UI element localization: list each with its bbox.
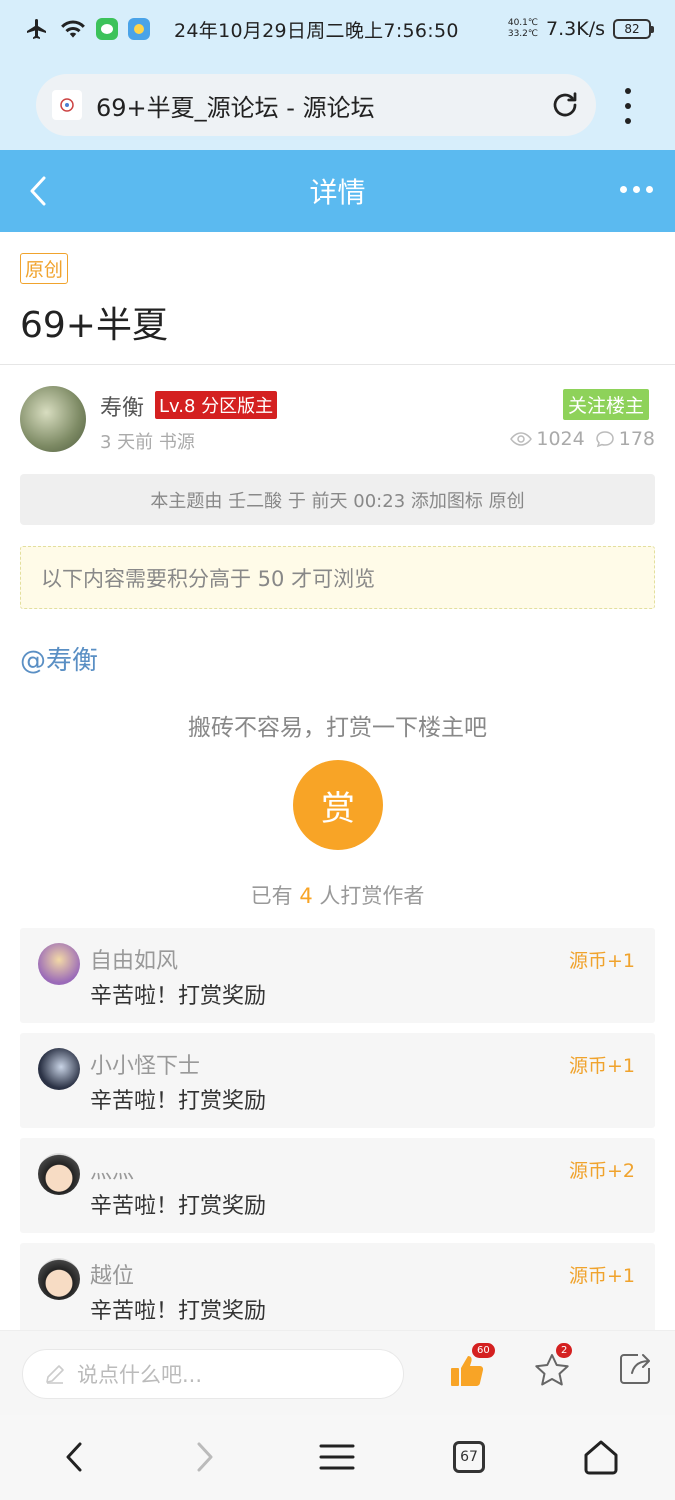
reward-message: 辛苦啦！打赏奖励: [90, 984, 267, 1009]
rewarder-name[interactable]: 灬灬: [90, 1153, 134, 1185]
comments-stat: 178: [595, 428, 655, 450]
rewarder-avatar[interactable]: [38, 943, 80, 985]
reward-coin: 源币+1: [568, 1055, 635, 1077]
site-favicon-icon: [52, 90, 82, 120]
reward-count-number: 4: [299, 884, 313, 908]
back-icon[interactable]: [26, 174, 50, 208]
airplane-icon: [27, 19, 46, 39]
comment-icon: [595, 431, 614, 448]
rewarder-name[interactable]: 越位: [90, 1258, 134, 1290]
rewarder-avatar[interactable]: [38, 1258, 80, 1300]
reward-message: 辛苦啦！打赏奖励: [90, 1194, 267, 1219]
reward-list-item: 越位 辛苦啦！打赏奖励 源币+1: [20, 1243, 655, 1338]
comment-placeholder: 说点什么吧...: [77, 1363, 203, 1387]
temperature-readout: 40.1℃ 33.2℃: [508, 18, 538, 40]
comment-input[interactable]: 说点什么吧...: [22, 1349, 404, 1399]
views-stat: 1024: [510, 428, 585, 450]
pencil-icon: [46, 1365, 64, 1384]
wifi-icon: [61, 20, 85, 38]
more-options-icon[interactable]: [620, 186, 653, 193]
temp-bottom: 33.2℃: [507, 29, 539, 39]
like-count-badge: 60: [472, 1343, 495, 1358]
nav-tabs-button[interactable]: 67: [449, 1437, 489, 1477]
reward-coin: 源币+2: [568, 1160, 635, 1182]
reward-coin: 源币+1: [568, 1265, 635, 1287]
post-meta: 3 天前 书源: [100, 432, 195, 453]
like-button[interactable]: 60: [448, 1343, 495, 1391]
page-header: 详情: [0, 150, 675, 232]
nav-forward-button[interactable]: [185, 1437, 225, 1477]
author-avatar[interactable]: [20, 386, 86, 452]
battery-level: 82: [624, 22, 640, 36]
reward-count-suffix: 人打赏作者: [319, 884, 425, 908]
net-speed: 7.3K/s: [546, 18, 605, 40]
post-title: 69+半夏: [20, 305, 168, 346]
reward-count-line: 已有 4 人打赏作者: [0, 880, 675, 910]
rewarder-name[interactable]: 自由如风: [90, 943, 178, 975]
chevron-right-icon: [197, 1442, 213, 1472]
home-icon: [584, 1440, 618, 1475]
reward-coin: 源币+1: [568, 950, 635, 972]
favorite-button[interactable]: 2: [532, 1343, 573, 1391]
chevron-left-icon: [66, 1442, 82, 1472]
header-title: 详情: [309, 176, 366, 209]
page-title-in-address-bar: 69+半夏_源论坛 - 源论坛: [96, 93, 375, 122]
reload-icon[interactable]: [550, 90, 580, 120]
browser-nav-bar: 67: [0, 1415, 675, 1500]
address-bar[interactable]: 69+半夏_源论坛 - 源论坛: [36, 74, 596, 136]
author-name[interactable]: 寿衡: [100, 390, 144, 422]
reward-count-prefix: 已有: [250, 884, 293, 908]
rewarder-avatar[interactable]: [38, 1153, 80, 1195]
reward-list-item: 自由如风 辛苦啦！打赏奖励 源币+1: [20, 928, 655, 1023]
reward-list-item: 灬灬 辛苦啦！打赏奖励 源币+2: [20, 1138, 655, 1233]
wechat-icon: [96, 18, 118, 40]
divider: [0, 364, 675, 365]
nav-home-button[interactable]: [581, 1437, 621, 1477]
reward-message: 辛苦啦！打赏奖励: [90, 1089, 267, 1114]
share-icon: [620, 1354, 650, 1384]
reward-prompt: 搬砖不容易，打赏一下楼主吧: [188, 715, 487, 741]
moderation-notice: 本主题由 壬二酸 于 前天 00:23 添加图标 原创: [20, 474, 655, 525]
share-button[interactable]: [618, 1351, 658, 1391]
mention-link[interactable]: @寿衡: [20, 640, 98, 677]
rewarder-avatar[interactable]: [38, 1048, 80, 1090]
follow-author-button[interactable]: 关注楼主: [563, 389, 650, 420]
reward-list-item: 小小怪下士 辛苦啦！打赏奖励 源币+1: [20, 1033, 655, 1128]
status-bar: 24年10月29日周二晚上7:56:50 40.1℃ 33.2℃ 7.3K/s …: [0, 0, 675, 58]
nav-back-button[interactable]: [54, 1437, 94, 1477]
weather-icon: [128, 18, 150, 40]
original-tag: 原创: [20, 253, 69, 284]
author-level-badge: Lv.8 分区版主: [155, 391, 278, 419]
views-count: 1024: [536, 428, 585, 450]
browser-menu-icon[interactable]: [616, 88, 640, 124]
tab-count: 67: [453, 1441, 485, 1473]
hamburger-icon: [319, 1444, 355, 1470]
reward-message: 辛苦啦！打赏奖励: [90, 1299, 267, 1324]
temp-top: 40.1℃: [507, 18, 539, 28]
status-clock: 24年10月29日周二晚上7:56:50: [174, 19, 459, 42]
reward-button[interactable]: 赏: [293, 760, 383, 850]
battery-icon: 82: [613, 19, 654, 39]
locked-content-notice: 以下内容需要积分高于 50 才可浏览: [20, 546, 655, 609]
comments-count: 178: [618, 428, 655, 450]
post-action-bar: 说点什么吧... 60 2: [0, 1330, 675, 1415]
post-stats: 1024 178: [510, 428, 655, 450]
browser-toolbar: 69+半夏_源论坛 - 源论坛: [0, 58, 675, 150]
eye-icon: [510, 432, 533, 446]
rewarder-name[interactable]: 小小怪下士: [90, 1048, 200, 1080]
nav-menu-button[interactable]: [317, 1437, 357, 1477]
